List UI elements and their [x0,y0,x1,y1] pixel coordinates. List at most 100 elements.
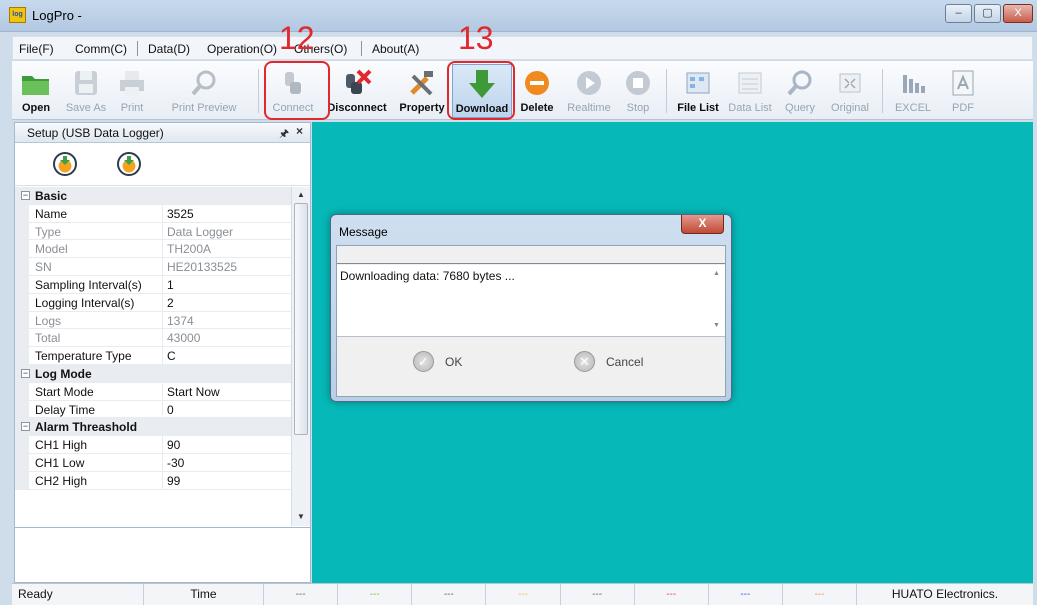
realtime-button[interactable]: Realtime [562,64,616,118]
column-divider [162,400,163,418]
message-scrollbar[interactable]: ▲ ▼ [711,268,723,332]
property-row[interactable]: Temperature Type C [15,347,291,365]
property-value[interactable]: 90 [167,438,180,452]
print-button[interactable]: Print [112,64,152,118]
data-list-button[interactable]: Data List [724,64,776,118]
column-divider [162,275,163,293]
save-as-button[interactable]: Save As [62,64,110,118]
excel-button[interactable]: EXCEL [888,64,938,118]
row-gutter [15,436,29,453]
panel-close-button[interactable]: × [296,124,303,138]
property-value[interactable]: 3525 [167,207,194,221]
window-title: LogPro - [32,8,82,23]
property-value[interactable]: TH200A [167,242,211,256]
scroll-down-arrow[interactable]: ▼ [713,322,720,329]
property-value[interactable]: 99 [167,474,180,488]
dialog-close-button[interactable]: X [681,215,724,234]
column-divider [162,471,163,489]
menu-data[interactable]: Data(D) [148,42,190,56]
property-value[interactable]: 43000 [167,331,200,345]
toolbar: Open Save As Print Print Preview Connect [12,61,1033,120]
property-row[interactable]: CH1 High 90 [15,436,291,454]
property-value[interactable]: -30 [167,456,184,470]
column-divider [162,204,163,222]
stop-button[interactable]: Stop [618,64,658,118]
property-row[interactable]: CH1 Low -30 [15,453,291,472]
property-row[interactable]: SN HE20133525 [15,258,291,276]
property-row[interactable]: Type Data Logger [15,222,291,241]
property-value[interactable]: C [167,349,176,363]
property-category[interactable]: − Log Mode [15,364,291,383]
collapse-toggle-icon[interactable]: − [21,368,30,378]
row-gutter [15,382,29,400]
print-preview-button[interactable]: Print Preview [154,64,254,118]
file-list-icon [686,72,710,94]
annotation-number-12: 12 [279,20,315,56]
file-list-button[interactable]: File List [674,64,722,118]
property-row[interactable]: Name 3525 [15,204,291,223]
ok-button[interactable]: ✓ OK [413,350,493,376]
scrollbar-thumb[interactable] [294,203,308,435]
property-row[interactable]: Total 43000 [15,329,291,348]
realtime-label: Realtime [567,102,611,114]
menu-comm[interactable]: Comm(C) [75,42,127,56]
collapse-toggle-icon[interactable]: − [21,191,30,200]
property-grid: − Basic Name 3525 Type Data Logger Model TH200A… [15,187,291,526]
column-divider [162,240,163,258]
menu-operation[interactable]: Operation(O) [207,42,277,56]
property-row[interactable]: Delay Time 0 [15,400,291,419]
query-button[interactable]: Query [778,64,822,118]
property-category[interactable]: − Alarm Threashold [15,418,291,437]
property-category[interactable]: − Basic [15,187,291,205]
original-button[interactable]: Original [824,64,876,118]
property-row[interactable]: CH2 High 99 [15,471,291,490]
maximize-button[interactable]: ▢ [974,4,1001,23]
open-button[interactable]: Open [12,64,60,118]
scroll-up-arrow[interactable]: ▲ [713,270,720,277]
property-row[interactable]: Model TH200A [15,240,291,259]
data-list-icon [738,72,762,94]
minimize-button[interactable]: – [945,4,972,23]
delete-button[interactable]: Delete [514,64,560,118]
property-value[interactable]: 2 [167,296,174,310]
property-row[interactable]: Start Mode Start Now [15,382,291,401]
cancel-button[interactable]: ✕ Cancel [574,350,664,376]
pdf-button[interactable]: PDF [940,64,986,118]
property-row[interactable]: Logs 1374 [15,311,291,330]
menu-file[interactable]: File(F) [19,42,54,56]
setup-panel: Setup (USB Data Logger) 🖈 × − Basic Name 35… [14,122,311,583]
property-value[interactable]: 1374 [167,314,194,328]
property-value[interactable]: Start Now [167,385,220,399]
column-divider [162,347,163,364]
status-channel-value: --- [783,584,857,605]
property-value[interactable]: 0 [167,403,174,417]
checkmark-icon: ✓ [413,351,434,372]
property-row[interactable]: Logging Interval(s) 2 [15,293,291,312]
scroll-up-arrow[interactable]: ▲ [297,190,305,199]
property-value[interactable]: HE20133525 [167,260,237,274]
disconnect-icon [346,69,372,94]
print-preview-label: Print Preview [171,102,237,114]
read-settings-icon[interactable] [53,152,77,176]
property-grid-scrollbar[interactable]: ▲ ▼ [291,187,310,526]
status-bar: Ready Time --- --- --- --- --- --- --- --- HUAT… [12,583,1033,605]
property-key: Name [35,206,68,221]
property-button[interactable]: Property [392,64,452,118]
pin-icon[interactable]: 🖈 [279,125,289,144]
collapse-toggle-icon[interactable]: − [21,422,30,432]
property-row[interactable]: Sampling Interval(s) 1 [15,275,291,294]
window-close-button[interactable]: X [1003,4,1033,23]
disconnect-label: Disconnect [327,102,387,114]
menu-separator [361,41,362,56]
property-value[interactable]: Data Logger [167,225,233,239]
property-value[interactable]: 1 [167,278,174,292]
scroll-down-arrow[interactable]: ▼ [297,512,305,521]
toolbar-separator [882,69,883,113]
menu-about[interactable]: About(A) [372,42,419,56]
property-key: Model [35,242,68,257]
property-label: Property [399,102,445,114]
row-gutter [15,453,29,471]
status-channel-value: --- [264,584,339,605]
disconnect-button[interactable]: Disconnect [324,64,390,118]
write-settings-icon[interactable] [117,152,141,176]
